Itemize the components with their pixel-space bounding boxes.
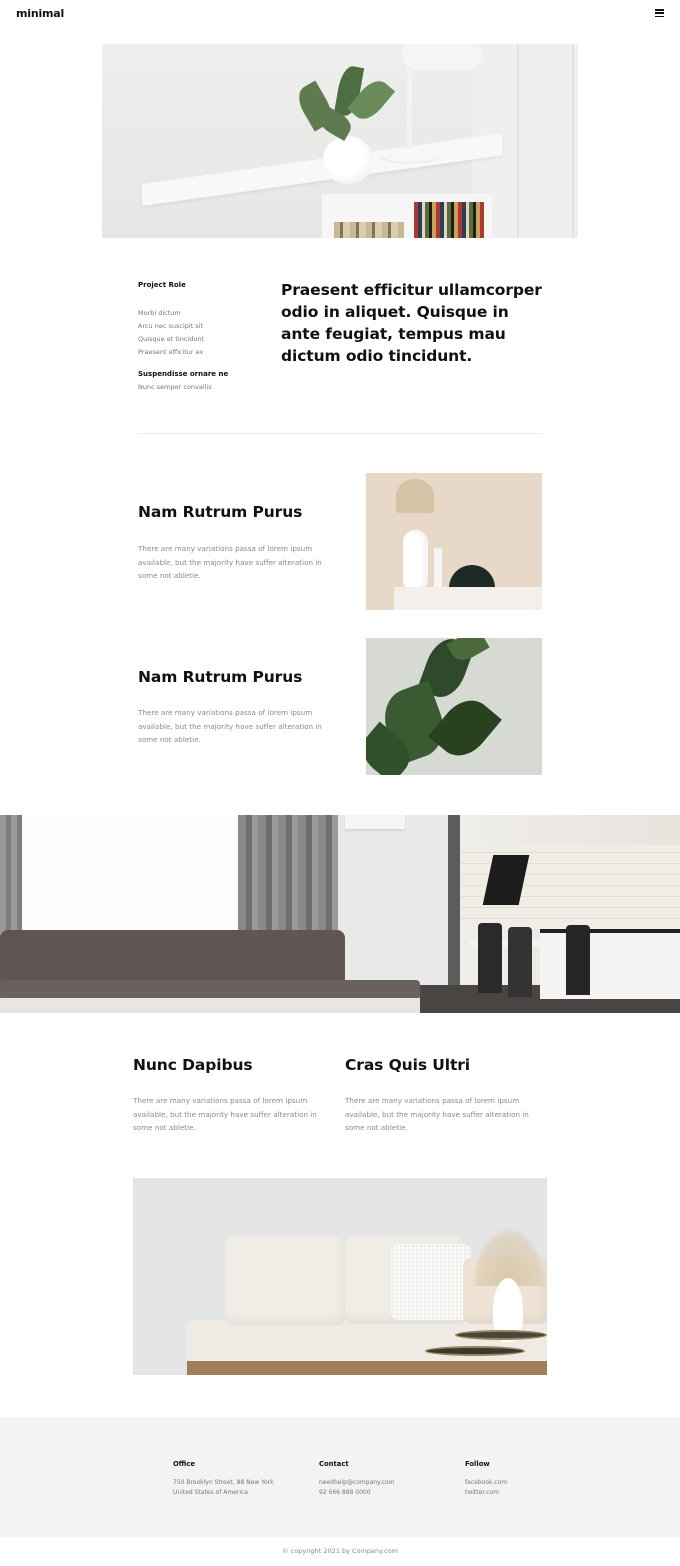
footer-facebook-link[interactable]: facebook.com xyxy=(465,1478,507,1488)
project-lead-text: Praesent efficitur ullamcorper odio in a… xyxy=(281,281,542,365)
role-item: Quisque et tincidunt xyxy=(138,335,205,343)
role-item: Morbi dictum xyxy=(138,309,181,317)
footer-contact-phone[interactable]: 92 666 888 0000 xyxy=(319,1488,371,1498)
role-item: Arcu nec suscipit sit xyxy=(138,322,204,330)
footer-contact-heading: Contact xyxy=(319,1460,349,1468)
feature-image-plant-leaves xyxy=(366,638,542,775)
hero-image-shelf-plant-lamp xyxy=(102,44,578,238)
page: minimal Project Role Morbi dictum Arcu n… xyxy=(0,0,680,1566)
feature-title: Nam Rutrum Purus xyxy=(138,668,303,686)
footer-office-heading: Office xyxy=(173,1460,195,1468)
copyright-text: © copyright 2021 by Company.com xyxy=(281,1547,399,1555)
footer-office-address: 750 Brooklyn Street, 88 New York xyxy=(173,1479,274,1486)
wide-interior-image xyxy=(0,815,680,1013)
feature-text: There are many variations passa of lorem… xyxy=(138,544,322,580)
footer-contact-email[interactable]: needhelp@company.com xyxy=(319,1478,394,1488)
section-divider xyxy=(137,433,543,434)
column-title: Nunc Dapibus xyxy=(133,1056,253,1074)
column-text: There are many variations passa of lorem… xyxy=(133,1096,317,1132)
site-footer xyxy=(0,1417,680,1537)
project-role-label: Project Role xyxy=(138,281,186,289)
column-text: There are many variations passa of lorem… xyxy=(345,1096,529,1132)
site-header: minimal xyxy=(0,0,680,28)
project-sub-label: Suspendisse ornare ne xyxy=(138,370,229,378)
hamburger-menu-icon[interactable] xyxy=(655,9,664,18)
footer-office-country: United States of America xyxy=(173,1489,248,1496)
column-title: Cras Quis Ultri xyxy=(345,1056,471,1074)
project-sub-item: Nunc semper convallis xyxy=(138,383,212,391)
feature-title: Nam Rutrum Purus xyxy=(138,503,303,521)
footer-twitter-link[interactable]: twitter.com xyxy=(465,1488,499,1498)
project-role-list: Morbi dictum Arcu nec suscipit sit Quisq… xyxy=(138,307,204,359)
role-item: Praesent efficitur ex xyxy=(138,348,204,356)
feature-image-vase xyxy=(366,473,542,610)
footer-follow-heading: Follow xyxy=(465,1460,490,1468)
feature-text: There are many variations passa of lorem… xyxy=(138,708,322,744)
sofa-image xyxy=(133,1178,547,1375)
site-logo[interactable]: minimal xyxy=(16,7,64,20)
